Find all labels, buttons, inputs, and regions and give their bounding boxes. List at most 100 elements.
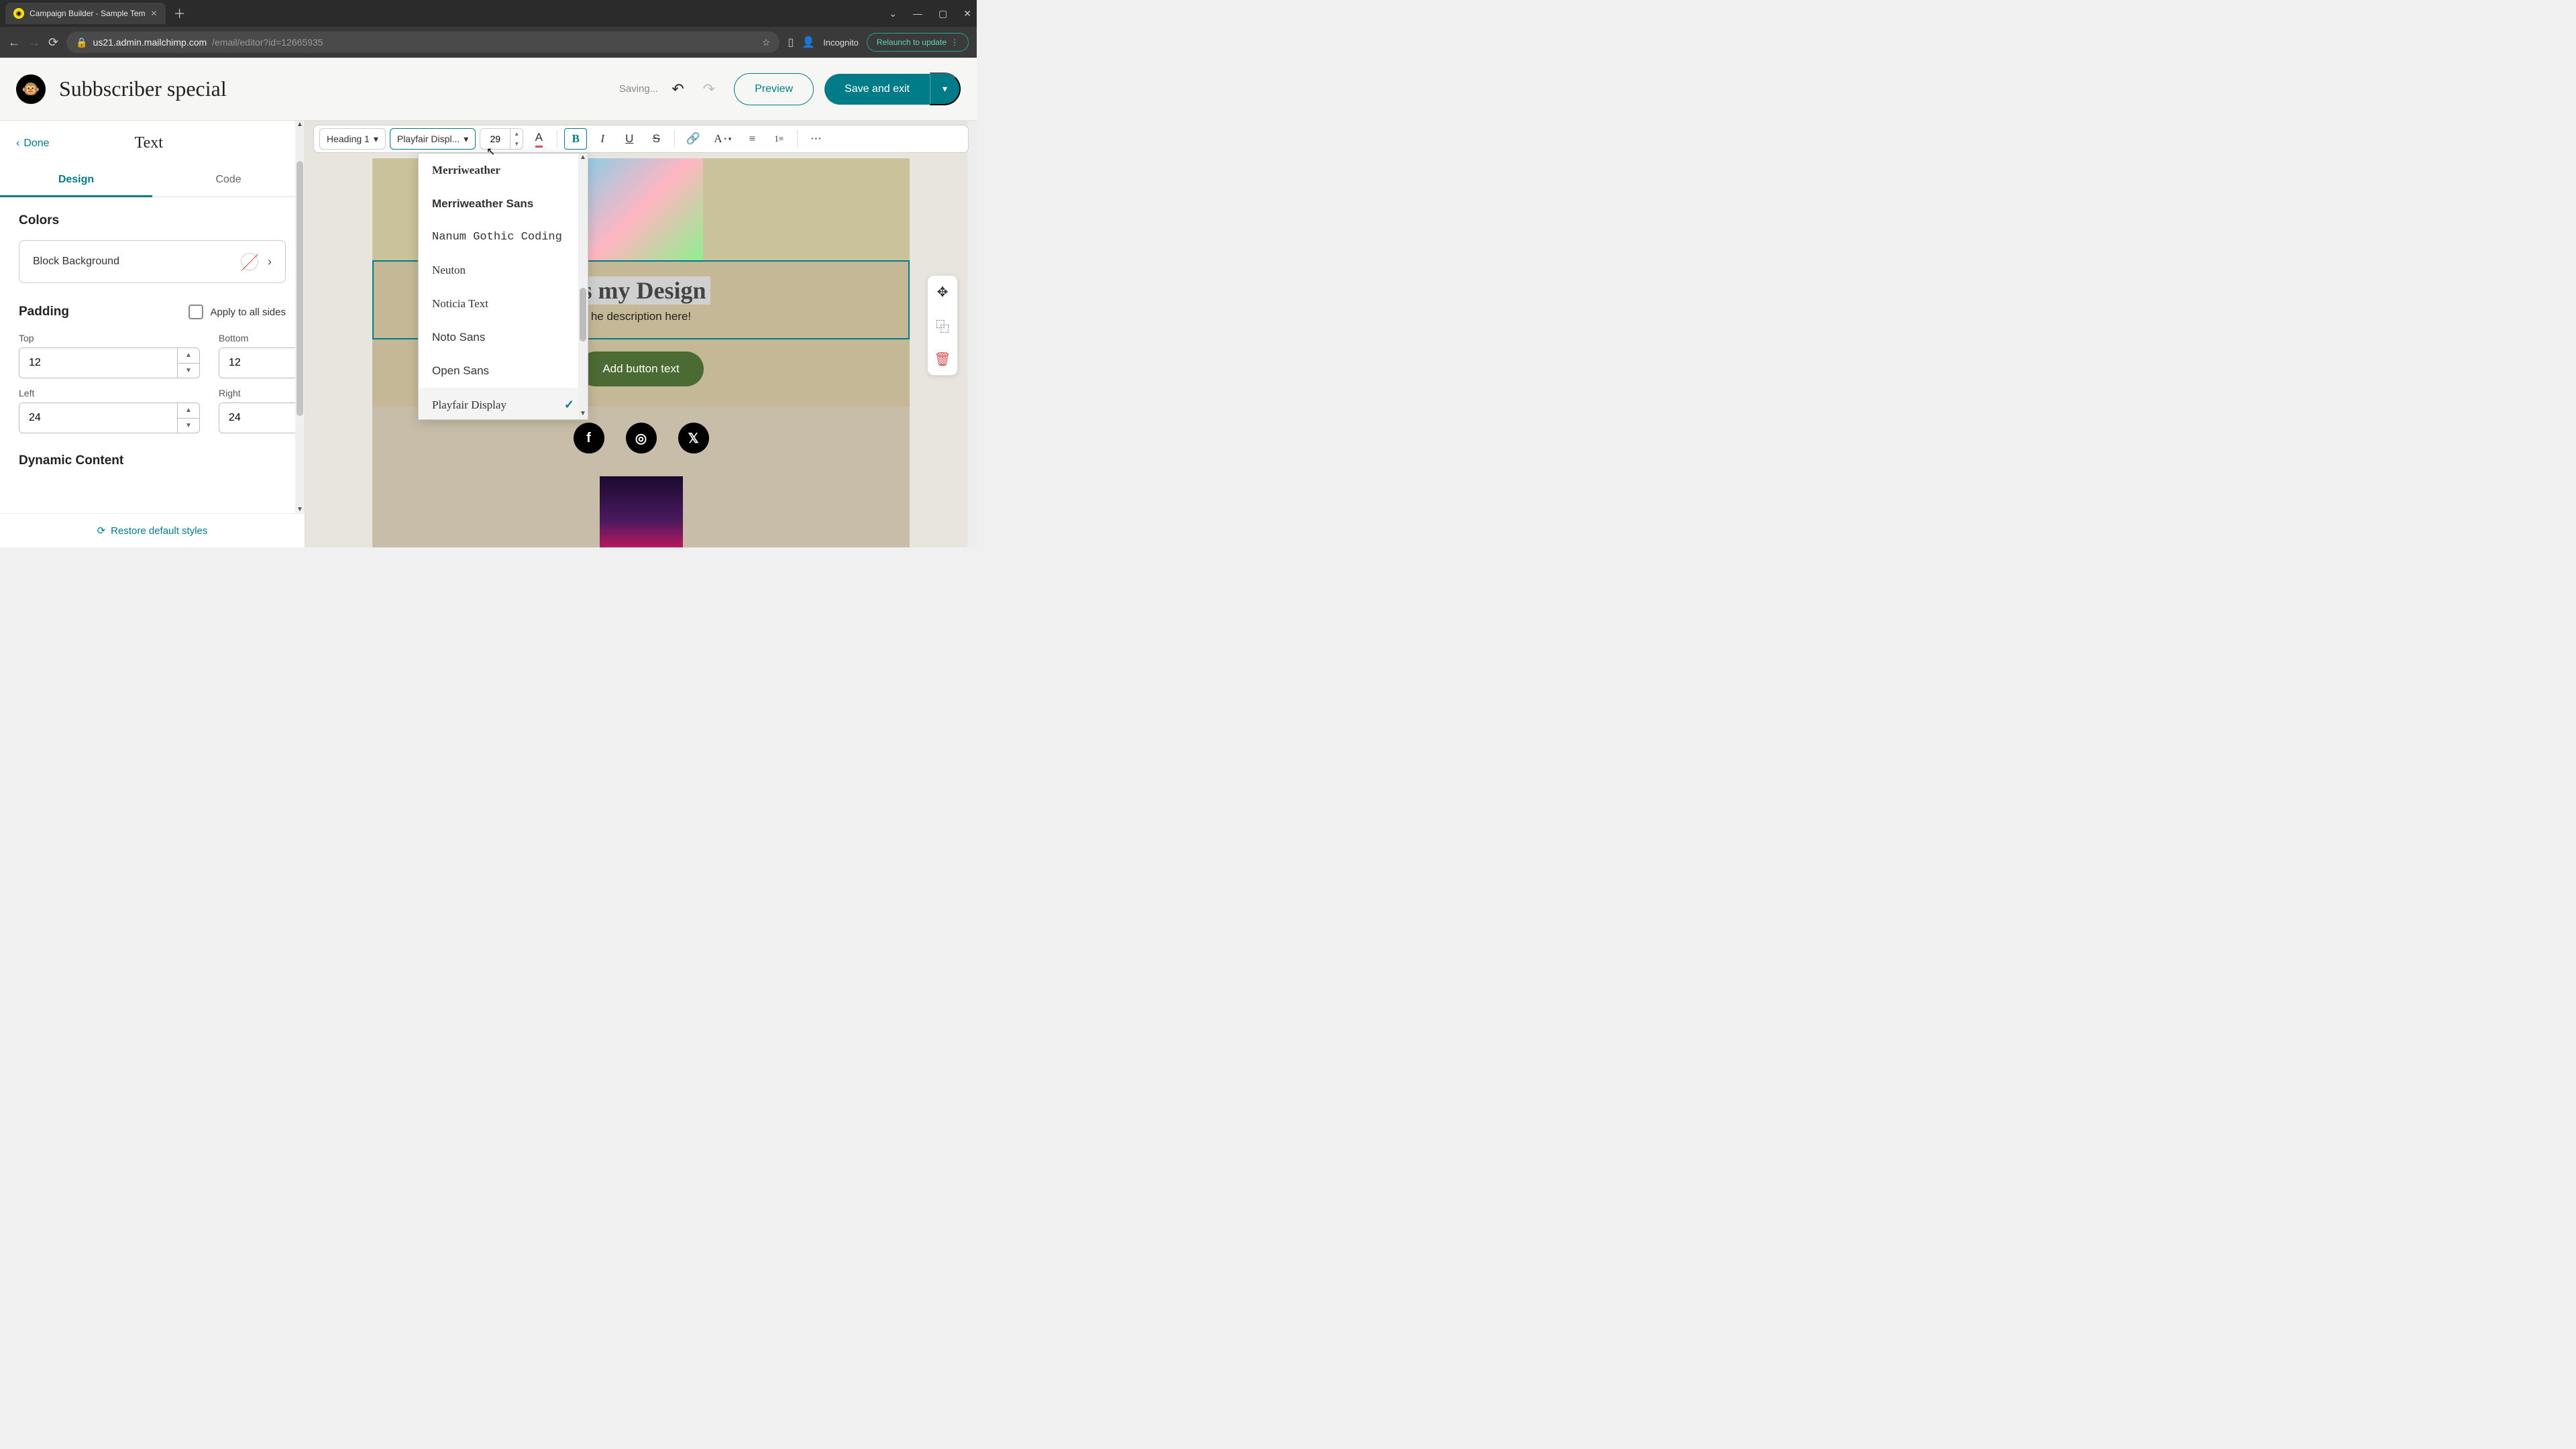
divider	[797, 130, 798, 148]
restore-default-styles-button[interactable]: ⟳ Restore default styles	[0, 513, 305, 547]
undo-icon[interactable]: ↶	[672, 80, 684, 98]
step-down-icon[interactable]: ▼	[511, 139, 523, 149]
chevron-down-icon: ▾	[464, 133, 468, 145]
footer-image[interactable]	[600, 476, 683, 547]
back-icon[interactable]: ←	[8, 36, 20, 50]
strikethrough-icon[interactable]: S	[645, 128, 667, 150]
address-bar: ← → ⟳ 🔒 us21.admin.mailchimp.com/email/e…	[0, 27, 977, 58]
heading-select[interactable]: Heading 1▾	[319, 128, 386, 150]
more-options-icon[interactable]: ⋯	[804, 128, 827, 150]
main-layout: ‹Done Text Design Code Colors Block Back…	[0, 121, 977, 547]
maximize-icon[interactable]: ▢	[938, 8, 947, 19]
step-up-icon[interactable]: ▲	[178, 348, 199, 364]
reader-icon[interactable]: ▯	[788, 36, 794, 49]
font-option[interactable]: Merriweather Sans	[419, 187, 588, 221]
padding-section-title: Padding	[19, 305, 69, 319]
app-header: 🐵 Subbscriber special Saving... ↶ ↷ Prev…	[0, 58, 977, 121]
block-background-label: Block Background	[33, 256, 119, 268]
incognito-label: Incognito	[823, 38, 859, 48]
dynamic-content-title: Dynamic Content	[19, 453, 286, 468]
scroll-thumb[interactable]	[580, 288, 586, 341]
delete-icon[interactable]: 🗑	[932, 348, 953, 370]
padding-right-label: Right	[219, 388, 305, 398]
lock-icon: 🔒	[76, 37, 87, 48]
relaunch-button[interactable]: Relaunch to update⋮	[867, 33, 969, 52]
bold-icon[interactable]: B	[564, 128, 587, 150]
site-favicon: ◉	[13, 8, 24, 19]
padding-bottom-input[interactable]: ▲▼	[219, 347, 305, 378]
tab-search-icon[interactable]: ⌄	[889, 8, 897, 19]
step-down-icon[interactable]: ▼	[178, 364, 199, 378]
sidebar-scrollbar[interactable]: ▲ ▼	[295, 121, 305, 515]
heading-text-selected[interactable]: is my Design	[572, 276, 710, 305]
close-window-icon[interactable]: ✕	[963, 8, 971, 19]
font-size-input[interactable]: ▲▼	[480, 128, 523, 150]
font-option[interactable]: Noticia Text	[419, 287, 588, 321]
numbered-list-icon[interactable]: 1≡	[767, 128, 790, 150]
forward-icon: →	[28, 36, 40, 50]
scroll-up-icon[interactable]: ▲	[295, 121, 305, 130]
color-swatch[interactable]	[241, 253, 258, 270]
move-icon[interactable]: ✥	[932, 281, 953, 303]
font-option[interactable]: Nanum Gothic Coding	[419, 221, 588, 254]
font-family-dropdown: MerriweatherMerriweather SansNanum Gothi…	[418, 153, 588, 420]
tab-title: Campaign Builder - Sample Tem	[30, 9, 146, 18]
done-button[interactable]: ‹Done	[16, 138, 50, 150]
font-family-select[interactable]: Playfair Displ...▾	[390, 128, 476, 150]
cta-button[interactable]: Add button text	[578, 352, 703, 386]
redo-icon: ↷	[703, 80, 715, 98]
padding-top-label: Top	[19, 333, 200, 343]
canvas-scrollbar[interactable]	[967, 121, 977, 547]
font-option[interactable]: Noto Sans	[419, 321, 588, 354]
scroll-down-icon[interactable]: ▼	[578, 410, 588, 419]
apply-all-sides-label: Apply to all sides	[210, 307, 286, 318]
link-icon[interactable]: 🔗	[682, 128, 704, 150]
step-up-icon[interactable]: ▲	[178, 403, 199, 419]
font-option[interactable]: Merriweather	[419, 154, 588, 187]
reload-icon[interactable]: ⟳	[48, 36, 58, 50]
text-style-icon[interactable]: A+▾	[708, 128, 737, 150]
preview-button[interactable]: Preview	[734, 73, 814, 105]
undo-redo-group: ↶ ↷	[672, 80, 715, 98]
step-down-icon[interactable]: ▼	[178, 419, 199, 433]
close-tab-icon[interactable]: ✕	[151, 9, 158, 18]
scroll-up-icon[interactable]: ▲	[578, 154, 588, 163]
font-option[interactable]: Neuton	[419, 254, 588, 287]
step-up-icon[interactable]: ▲	[511, 129, 523, 139]
padding-right-input[interactable]: ▲▼	[219, 402, 305, 433]
padding-left-input[interactable]: ▲▼	[19, 402, 200, 433]
url-field[interactable]: 🔒 us21.admin.mailchimp.com/email/editor?…	[66, 32, 780, 53]
apply-all-sides-checkbox[interactable]	[189, 305, 203, 319]
bullet-list-icon[interactable]: ≡	[741, 128, 763, 150]
url-path: /email/editor?id=12665935	[212, 37, 323, 48]
font-option[interactable]: Open Sans	[419, 354, 588, 388]
duplicate-icon[interactable]: ⿻	[932, 315, 953, 336]
underline-icon[interactable]: U	[618, 128, 641, 150]
dropdown-scrollbar[interactable]: ▲ ▼	[578, 154, 588, 419]
browser-tab[interactable]: ◉ Campaign Builder - Sample Tem ✕	[5, 3, 166, 24]
font-option[interactable]: Playfair Display✓	[419, 388, 588, 419]
image-block[interactable]	[372, 470, 910, 547]
text-toolbar: Heading 1▾ Playfair Displ...▾ ▲▼ A B I U…	[313, 125, 969, 153]
x-twitter-icon[interactable]: 𝕏	[678, 423, 709, 453]
bookmark-icon[interactable]: ☆	[762, 37, 771, 48]
italic-icon[interactable]: I	[591, 128, 614, 150]
save-and-exit-button[interactable]: Save and exit	[824, 74, 930, 105]
browser-tabstrip: ◉ Campaign Builder - Sample Tem ✕ ＋ ⌄ — …	[0, 0, 977, 27]
minimize-icon[interactable]: —	[913, 8, 922, 19]
properties-sidebar: ‹Done Text Design Code Colors Block Back…	[0, 121, 305, 547]
hero-image[interactable]	[579, 158, 703, 260]
block-background-row[interactable]: Block Background ›	[19, 240, 286, 283]
instagram-icon[interactable]: ◎	[626, 423, 657, 453]
new-tab-button[interactable]: ＋	[174, 5, 186, 22]
save-dropdown-button[interactable]: ▾	[930, 72, 961, 105]
tab-design[interactable]: Design	[0, 164, 152, 197]
campaign-title[interactable]: Subbscriber special	[59, 76, 227, 101]
text-color-icon[interactable]: A	[527, 128, 550, 150]
tab-code[interactable]: Code	[152, 164, 305, 197]
scroll-thumb[interactable]	[297, 161, 303, 416]
padding-top-input[interactable]: ▲▼	[19, 347, 200, 378]
check-icon: ✓	[564, 398, 574, 412]
mailchimp-logo-icon[interactable]: 🐵	[16, 74, 46, 104]
facebook-icon[interactable]: f	[574, 423, 604, 453]
